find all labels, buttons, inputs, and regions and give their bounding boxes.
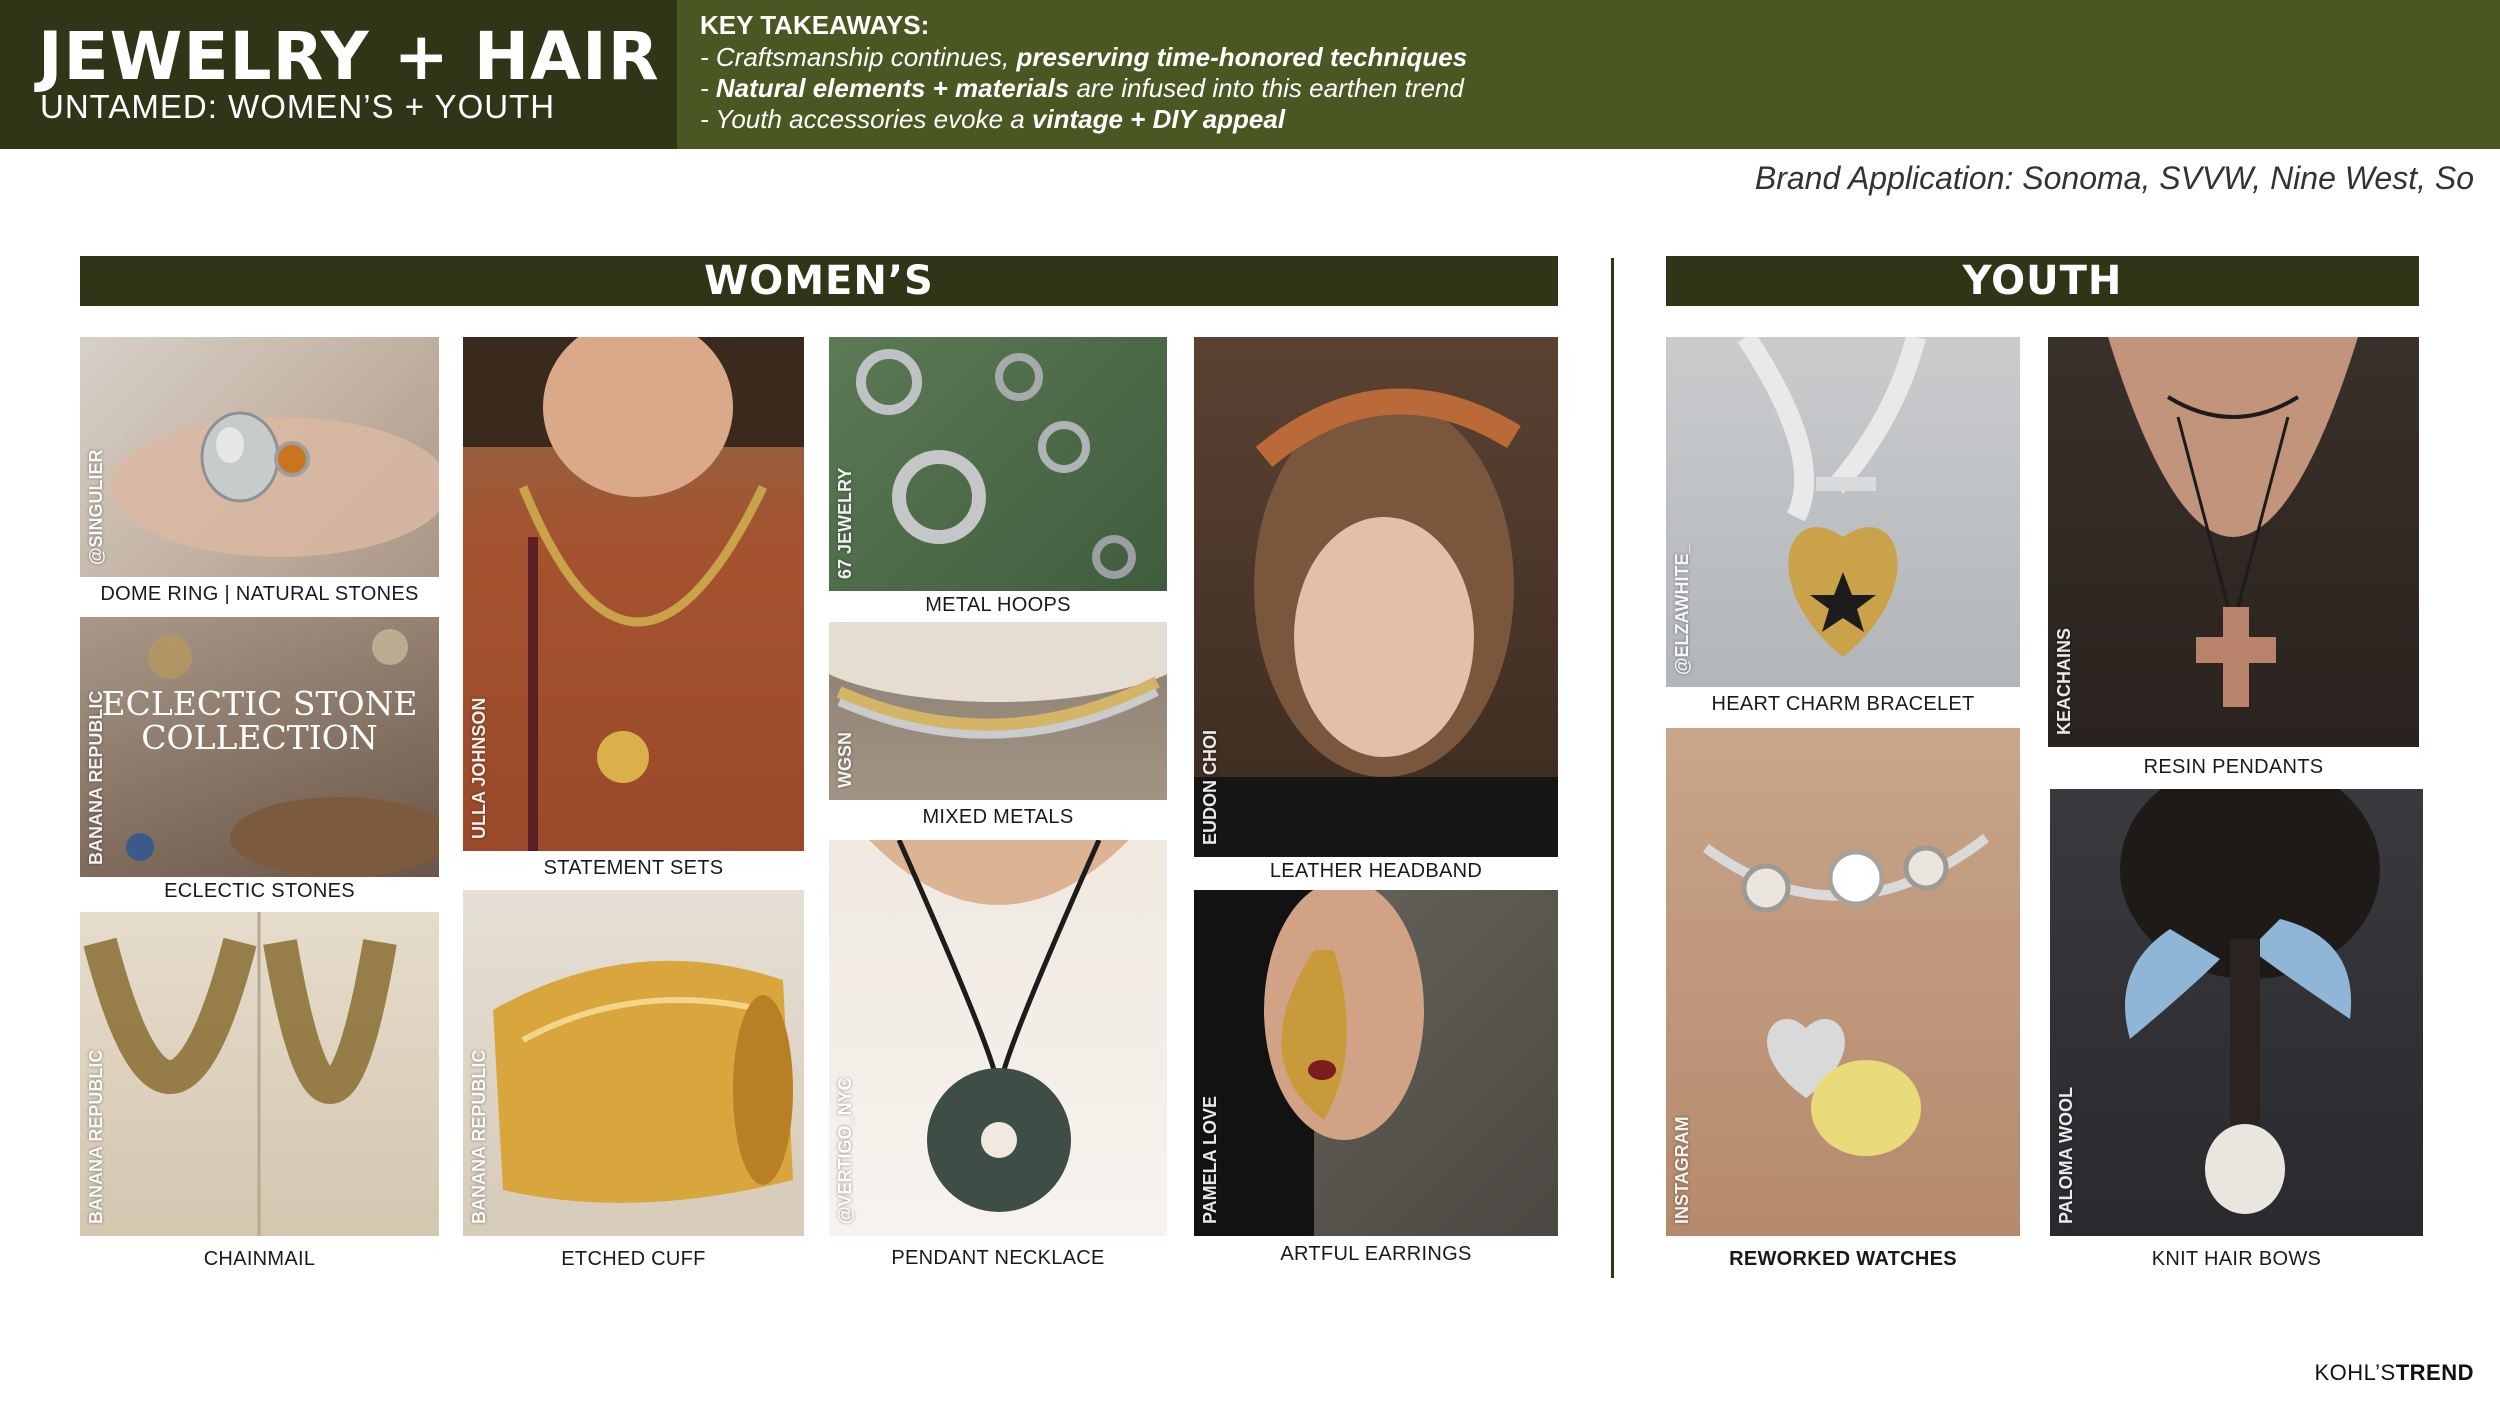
- photo-credit: BANANA REPUBLIC: [86, 1049, 106, 1224]
- brand-application: Brand Application: Sonoma, SVVW, Nine We…: [1754, 160, 2474, 196]
- photo-credit: @SINGULIER: [86, 449, 106, 565]
- photo-credit: @VERTIGO_NYC: [835, 1077, 855, 1224]
- artful-earrings-photo: PAMELA LOVE: [1194, 890, 1558, 1236]
- takeaway-3: - Youth accessories evoke a vintage + DI…: [700, 104, 1286, 134]
- metal-hoops-illustration: [856, 349, 1136, 579]
- metal-hoops-photo: 67 JEWELRY: [829, 337, 1167, 591]
- caption-statement-sets: STATEMENT SETS: [543, 857, 724, 879]
- caption-mixed-metals: MIXED METALS: [922, 806, 1074, 828]
- resin-pendants-photo: KEACHAINS: [2048, 337, 2419, 747]
- caption-pendant-necklace: PENDANT NECKLACE: [891, 1247, 1105, 1269]
- caption-knit-hair-bows: KNIT HAIR BOWS: [2151, 1248, 2322, 1270]
- photo-credit: KEACHAINS: [2054, 627, 2074, 735]
- page-subtitle: UNTAMED: WOMEN’S + YOUTH: [40, 88, 556, 125]
- pendant-necklace-illustration: [869, 840, 1129, 1212]
- resin-pendants-illustration: [2108, 337, 2358, 707]
- chainmail-photo: BANANA REPUBLIC: [80, 912, 439, 1236]
- photo-credit: BANANA REPUBLIC: [469, 1049, 489, 1224]
- pendant-necklace-photo: @VERTIGO_NYC: [829, 840, 1167, 1236]
- caption-leather-headband: LEATHER HEADBAND: [1269, 860, 1483, 882]
- leather-headband-illustration: [1194, 388, 1558, 857]
- caption-artful-earrings: ARTFUL EARRINGS: [1280, 1243, 1472, 1265]
- takeaway-1: - Craftsmanship continues, preserving ti…: [700, 42, 1468, 72]
- eclectic-stones-photo: ECLECTIC STONE COLLECTION BANANA REPUBLI…: [80, 617, 439, 877]
- dome-ring-photo: @SINGULIER: [80, 337, 439, 577]
- knit-hair-bows-illustration: [2120, 789, 2380, 1214]
- photo-credit: ULLA JOHNSON: [469, 697, 489, 839]
- takeaway-2: - Natural elements + materials are infus…: [700, 73, 1464, 103]
- photo-credit: PAMELA LOVE: [1200, 1095, 1220, 1224]
- caption-resin-pendants: RESIN PENDANTS: [2143, 756, 2324, 778]
- statement-sets-photo: ULLA JOHNSON: [463, 337, 804, 851]
- etched-cuff-illustration: [493, 960, 793, 1203]
- heart-charm-illustration: [1737, 337, 1926, 657]
- mixed-metals-photo: WGSN: [829, 622, 1167, 800]
- kohls-trend-logo: KOHL’STREND: [2314, 1360, 2474, 1385]
- key-takeaways-heading: KEY TAKEAWAYS:: [700, 10, 930, 40]
- caption-metal-hoops: METAL HOOPS: [925, 594, 1071, 616]
- photo-credit: 67 JEWELRY: [835, 467, 855, 579]
- eclectic-overlay-title: ECLECTIC STONE COLLECTION: [101, 684, 418, 757]
- youth-section-header: YOUTH: [1666, 256, 2419, 306]
- mixed-metals-illustration: [829, 622, 1167, 739]
- caption-eclectic-stones: ECLECTIC STONES: [164, 880, 355, 902]
- caption-chainmail: CHAINMAIL: [203, 1248, 316, 1270]
- chainmail-illustration: [83, 912, 397, 1236]
- caption-dome-ring: DOME RING | NATURAL STONES: [100, 583, 419, 605]
- caption-heart-charm: HEART CHARM BRACELET: [1711, 693, 1975, 715]
- photo-credit: WGSN: [835, 732, 855, 788]
- title-box: JEWELRY + HAIR UNTAMED: WOMEN’S + YOUTH: [0, 0, 677, 149]
- photo-credit: PALOMA WOOL: [2056, 1087, 2076, 1224]
- section-divider: [1611, 258, 1614, 1278]
- photo-credit: INSTAGRAM: [1672, 1116, 1692, 1224]
- reworked-watches-photo: INSTAGRAM: [1666, 728, 2020, 1236]
- womens-section-header: WOMEN’S: [80, 256, 1558, 306]
- photo-credit: BANANA REPUBLIC: [86, 690, 106, 865]
- artful-earrings-illustration: [1194, 890, 1424, 1236]
- page-title: JEWELRY + HAIR: [38, 18, 660, 95]
- caption-etched-cuff: ETCHED CUFF: [561, 1248, 706, 1270]
- statement-sets-illustration: [463, 337, 804, 851]
- etched-cuff-photo: BANANA REPUBLIC: [463, 890, 804, 1236]
- photo-credit: @ELZAWHITE_: [1672, 543, 1692, 675]
- caption-reworked-watches: REWORKED WATCHES: [1729, 1248, 1957, 1270]
- knit-hair-bows-photo: PALOMA WOOL: [2050, 789, 2423, 1236]
- leather-headband-photo: EUDON CHOI: [1194, 337, 1558, 857]
- photo-credit: EUDON CHOI: [1200, 729, 1220, 845]
- reworked-watches-illustration: [1703, 834, 1990, 1156]
- dome-ring-illustration: [110, 411, 439, 557]
- heart-charm-photo: @ELZAWHITE_: [1666, 337, 2020, 687]
